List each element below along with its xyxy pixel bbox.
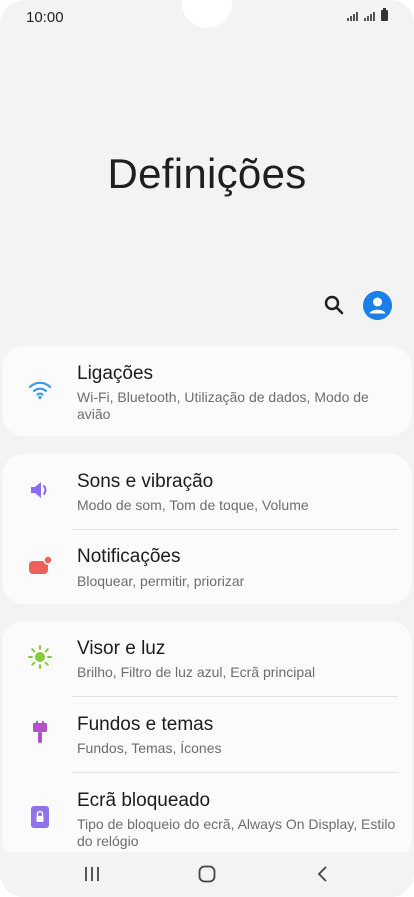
item-subtitle: Modo de som, Tom de toque, Volume [77, 497, 309, 513]
recent-apps-button[interactable] [72, 860, 112, 888]
recent-apps-icon [85, 867, 99, 881]
notification-icon [29, 555, 53, 574]
home-button[interactable] [187, 860, 227, 888]
settings-screen: 10:00 Definições Ligações Wi-Fi, Bluetoo… [0, 0, 414, 897]
item-subtitle: Brilho, Filtro de luz azul, Ecrã princip… [77, 664, 316, 680]
item-title: Visor e luz [77, 638, 166, 659]
settings-group-display: Visor e luz Brilho, Filtro de luz azul, … [2, 621, 412, 861]
status-time: 10:00 [26, 9, 64, 26]
settings-item-display[interactable]: Visor e luz Brilho, Filtro de luz azul, … [2, 621, 412, 696]
item-title: Ecrã bloqueado [77, 790, 211, 811]
item-subtitle: Wi-Fi, Bluetooth, Utilização de dados, M… [77, 389, 369, 422]
status-bar: 10:00 [0, 0, 414, 34]
settings-group-sound-notifications: Sons e vibração Modo de som, Tom de toqu… [2, 454, 412, 604]
sun-icon [28, 645, 52, 669]
item-subtitle: Tipo de bloqueio do ecrã, Always On Disp… [77, 816, 396, 849]
page-title: Definições [107, 150, 307, 197]
status-icons [347, 8, 388, 21]
settings-item-notifications[interactable]: Notificações Bloquear, permitir, prioriz… [2, 530, 412, 604]
search-icon[interactable] [322, 293, 346, 317]
home-icon [198, 865, 216, 883]
signal-icon [364, 12, 375, 21]
item-title: Ligações [77, 363, 154, 384]
item-subtitle: Fundos, Temas, Ícones [77, 740, 222, 756]
navigation-bar [0, 852, 414, 897]
item-title: Sons e vibração [77, 471, 214, 492]
back-icon [317, 866, 327, 882]
lock-icon [31, 806, 49, 828]
item-title: Fundos e temas [77, 714, 214, 735]
camera-notch [182, 0, 232, 28]
wifi-icon [28, 381, 52, 400]
speaker-icon [31, 482, 47, 498]
back-button[interactable] [303, 860, 343, 888]
account-icon[interactable] [363, 291, 392, 320]
settings-group-connections: Ligações Wi-Fi, Bluetooth, Utilização de… [2, 346, 412, 436]
item-subtitle: Bloquear, permitir, priorizar [77, 573, 245, 589]
item-title: Notificações [77, 546, 181, 567]
settings-item-lockscreen[interactable]: Ecrã bloqueado Tipo de bloqueio do ecrã,… [2, 773, 412, 861]
signal-icon [347, 12, 358, 21]
settings-item-connections[interactable]: Ligações Wi-Fi, Bluetooth, Utilização de… [2, 346, 412, 436]
battery-icon [381, 8, 388, 21]
settings-item-themes[interactable]: Fundos e temas Fundos, Temas, Ícones [2, 697, 412, 772]
settings-item-sounds[interactable]: Sons e vibração Modo de som, Tom de toqu… [2, 454, 412, 529]
brush-icon [33, 721, 47, 743]
